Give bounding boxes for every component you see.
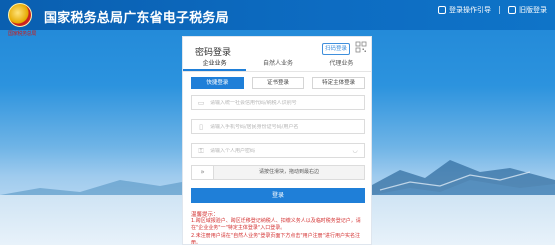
panel-title: 密码登录: [195, 48, 232, 58]
screen-icon: [438, 6, 446, 14]
credit-code-field[interactable]: ▭: [191, 95, 365, 110]
password-input[interactable]: [210, 147, 350, 154]
old-login-label: 旧版登录: [519, 6, 547, 14]
login-guide-label: 登录操作引导: [449, 6, 491, 14]
tab-agent[interactable]: 代理业务: [310, 58, 371, 71]
account-input[interactable]: [210, 123, 364, 130]
tip-1: 1.跨区域报验户、跨区迁移登记纳税人、扣缴义务人以及临时税务登记户，请在"企业业…: [191, 218, 361, 231]
login-button[interactable]: 登录: [191, 188, 365, 203]
site-title: 国家税务总局广东省电子税务局: [44, 11, 229, 26]
subtab-quick-login[interactable]: 快捷登录: [191, 77, 244, 89]
account-field[interactable]: ▯: [191, 119, 365, 134]
login-guide-link[interactable]: 登录操作引导: [438, 5, 491, 15]
tab-individual[interactable]: 自然人业务: [246, 58, 309, 71]
password-field[interactable]: ⚿ ◡: [191, 143, 365, 158]
top-links: 登录操作引导 旧版登录: [438, 5, 547, 15]
credit-code-input[interactable]: [210, 99, 364, 106]
login-panel: 密码登录 扫码登录 企业业务 自然人业务 代理业务 快捷登录 证书登录 特定主体…: [182, 36, 372, 245]
lock-icon: ⚿: [198, 146, 204, 155]
link-divider: [499, 6, 500, 14]
tax-emblem-icon: [8, 3, 32, 27]
slider-handle[interactable]: »: [192, 166, 214, 179]
subtab-certificate-login[interactable]: 证书登录: [251, 77, 305, 89]
old-login-link[interactable]: 旧版登录: [508, 5, 547, 15]
login-icon: [508, 6, 516, 14]
subtab-special-entity-login[interactable]: 特定主体登录: [312, 77, 366, 89]
phone-icon: ▯: [199, 122, 203, 131]
tab-enterprise[interactable]: 企业业务: [183, 58, 247, 71]
emblem-caption: 国家税务总局: [8, 31, 37, 37]
tip-2: 2.未注册用户请在"自然人业务"登录页面下方点击"用户注册"进行用户实名注册。: [191, 233, 360, 245]
building-icon: ▭: [197, 98, 205, 107]
slider-text: 请按住滑块，拖动到最右边: [258, 169, 319, 175]
business-tabs: 企业业务 自然人业务 代理业务: [183, 58, 371, 72]
login-method-tabs: 快捷登录 证书登录 特定主体登录: [191, 77, 366, 89]
scan-login-button[interactable]: 扫码登录: [322, 43, 350, 55]
top-header: 国家税务总局广东省电子税务局 登录操作引导 旧版登录: [0, 0, 555, 30]
qr-code-icon[interactable]: [355, 41, 367, 53]
tips-title: 温馨提示：: [191, 212, 219, 218]
slider-captcha: » 请按住滑块，拖动到最右边: [191, 165, 365, 180]
eye-icon[interactable]: ◡: [350, 147, 360, 154]
